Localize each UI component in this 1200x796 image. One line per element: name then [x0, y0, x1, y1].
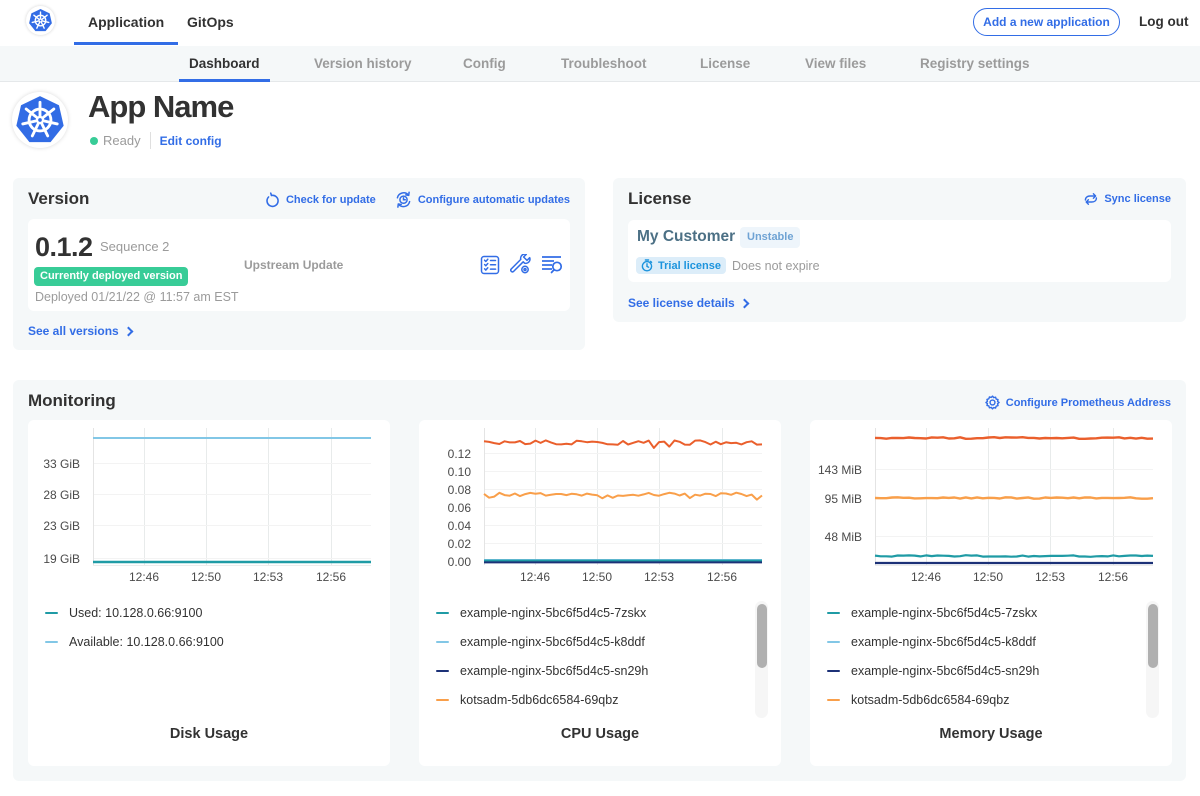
- svg-text:12:53: 12:53: [253, 570, 283, 584]
- svg-text:12:56: 12:56: [707, 570, 737, 584]
- svg-text:143 MiB: 143 MiB: [818, 463, 862, 477]
- svg-text:0.08: 0.08: [448, 483, 472, 497]
- svg-text:33 GiB: 33 GiB: [43, 457, 80, 471]
- svg-text:0.00: 0.00: [448, 555, 472, 569]
- svg-text:95 MiB: 95 MiB: [825, 492, 862, 506]
- svg-text:23 GiB: 23 GiB: [43, 519, 80, 533]
- svg-text:28 GiB: 28 GiB: [43, 488, 80, 502]
- svg-text:12:56: 12:56: [1098, 570, 1128, 584]
- svg-text:12:50: 12:50: [582, 570, 612, 584]
- svg-text:48 MiB: 48 MiB: [825, 530, 862, 544]
- svg-text:0.06: 0.06: [448, 501, 472, 515]
- svg-text:19 GiB: 19 GiB: [43, 552, 80, 566]
- svg-text:0.12: 0.12: [448, 447, 472, 461]
- svg-text:12:50: 12:50: [973, 570, 1003, 584]
- svg-text:12:50: 12:50: [191, 570, 221, 584]
- svg-text:12:46: 12:46: [520, 570, 550, 584]
- svg-text:12:53: 12:53: [1035, 570, 1065, 584]
- svg-text:0.02: 0.02: [448, 537, 472, 551]
- svg-text:12:56: 12:56: [316, 570, 346, 584]
- svg-text:0.10: 0.10: [448, 465, 472, 479]
- svg-text:12:46: 12:46: [911, 570, 941, 584]
- svg-text:12:46: 12:46: [129, 570, 159, 584]
- svg-text:0.04: 0.04: [448, 519, 472, 533]
- svg-text:12:53: 12:53: [644, 570, 674, 584]
